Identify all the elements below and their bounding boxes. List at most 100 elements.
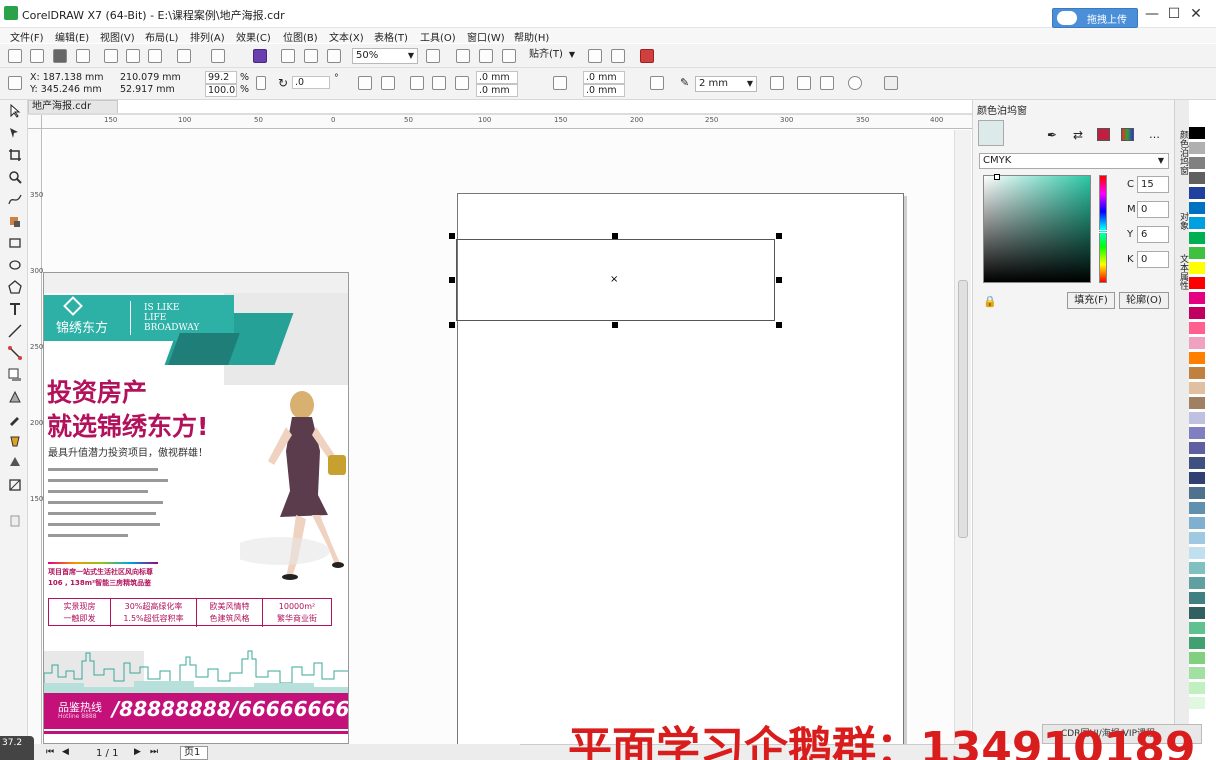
- menu-arrange[interactable]: 排列(A): [190, 29, 225, 44]
- side-tab-color[interactable]: 颜色泊坞窗: [1176, 130, 1189, 175]
- hue-slider[interactable]: [1098, 175, 1108, 283]
- page-nav-next-icon[interactable]: ▶: [134, 747, 141, 757]
- zoom-tool-icon[interactable]: [8, 170, 22, 184]
- paste-icon[interactable]: [148, 49, 162, 63]
- mirror-horizontal-icon[interactable]: [358, 76, 372, 90]
- palette-swatch[interactable]: [1189, 487, 1205, 500]
- palette-swatch[interactable]: [1189, 442, 1205, 455]
- palette-swatch[interactable]: [1189, 577, 1205, 590]
- redo-icon[interactable]: [211, 49, 225, 63]
- cmyk-m-input[interactable]: 0: [1137, 201, 1169, 218]
- color-eyedropper-icon[interactable]: [8, 412, 22, 426]
- page-nav-last-icon[interactable]: ⏭: [150, 747, 158, 757]
- color-picker-field[interactable]: [983, 174, 1091, 283]
- application-launcher-icon[interactable]: [611, 49, 625, 63]
- palette-swatch[interactable]: [1189, 187, 1205, 200]
- hue-slider-marker[interactable]: [1098, 230, 1108, 233]
- smart-fill-icon[interactable]: [8, 456, 22, 470]
- drop-shadow-tool-icon[interactable]: [8, 368, 22, 382]
- copy-icon[interactable]: [126, 49, 140, 63]
- color-viewer-icon[interactable]: [1097, 128, 1110, 141]
- palette-swatch[interactable]: [1189, 112, 1205, 125]
- menu-edit[interactable]: 编辑(E): [55, 29, 89, 44]
- vertical-ruler[interactable]: 350 300 250 200 150: [28, 129, 43, 744]
- palette-swatch[interactable]: [1189, 457, 1205, 470]
- palette-swatch[interactable]: [1189, 247, 1205, 260]
- add-tool-icon[interactable]: [8, 514, 22, 528]
- color-styles-icon[interactable]: [640, 49, 654, 63]
- close-button[interactable]: ✕: [1188, 6, 1204, 22]
- vertical-scrollbar[interactable]: [954, 130, 971, 744]
- menu-bitmaps[interactable]: 位图(B): [283, 29, 318, 44]
- palette-swatch[interactable]: [1189, 427, 1205, 440]
- menu-view[interactable]: 视图(V): [100, 29, 135, 44]
- round-corner-icon[interactable]: [410, 76, 424, 90]
- show-grid-icon[interactable]: [479, 49, 493, 63]
- palette-swatch[interactable]: [1189, 217, 1205, 230]
- palette-swatch[interactable]: [1189, 232, 1205, 245]
- snap-to-dropdown[interactable]: 贴齐(T) ▼: [526, 48, 578, 64]
- scale-height-field[interactable]: 100.0: [205, 84, 237, 97]
- lock-corners-icon[interactable]: [553, 76, 567, 90]
- selection-handle[interactable]: [449, 277, 455, 283]
- menu-window[interactable]: 窗口(W): [467, 29, 505, 44]
- text-tool-icon[interactable]: [8, 302, 22, 316]
- cmyk-c-input[interactable]: 15: [1137, 176, 1169, 193]
- palette-swatch[interactable]: [1189, 157, 1205, 170]
- connector-tool-icon[interactable]: [8, 346, 22, 360]
- palette-swatch[interactable]: [1189, 502, 1205, 515]
- outline-button[interactable]: 轮廓(O): [1119, 292, 1169, 309]
- corner-radius-field-2[interactable]: .0 mm: [476, 84, 518, 97]
- pick-tool-icon[interactable]: [8, 103, 22, 118]
- menu-table[interactable]: 表格(T): [374, 29, 408, 44]
- cut-icon[interactable]: [104, 49, 118, 63]
- document-tab[interactable]: 地产海报.cdr: [28, 100, 118, 114]
- selection-handle[interactable]: [612, 322, 618, 328]
- ruler-origin[interactable]: [28, 115, 42, 129]
- convert-to-curves-icon[interactable]: [848, 76, 862, 90]
- parallel-dimension-tool-icon[interactable]: [8, 324, 22, 338]
- palette-swatch[interactable]: [1189, 532, 1205, 545]
- palette-swatch[interactable]: [1189, 292, 1205, 305]
- palette-swatch[interactable]: [1189, 562, 1205, 575]
- interactive-fill-icon[interactable]: [8, 434, 22, 448]
- open-icon[interactable]: [30, 49, 44, 63]
- selection-handle[interactable]: [612, 233, 618, 239]
- to-front-icon[interactable]: [797, 76, 811, 90]
- color-palettes-icon[interactable]: [1121, 128, 1134, 141]
- palette-swatch[interactable]: [1189, 142, 1205, 155]
- page-nav-first-icon[interactable]: ⏮: [46, 747, 54, 757]
- page-nav-prev-icon[interactable]: ◀: [62, 747, 69, 757]
- palette-swatch[interactable]: [1189, 172, 1205, 185]
- scale-width-field[interactable]: 99.2: [205, 71, 237, 84]
- palette-swatch[interactable]: [1189, 517, 1205, 530]
- cmyk-k-input[interactable]: 0: [1137, 251, 1169, 268]
- undo-icon[interactable]: [177, 49, 191, 63]
- more-options-icon[interactable]: …: [1149, 128, 1160, 141]
- palette-swatch[interactable]: [1189, 592, 1205, 605]
- palette-swatch[interactable]: [1189, 472, 1205, 485]
- menu-help[interactable]: 帮助(H): [514, 29, 549, 44]
- palette-swatch[interactable]: [1189, 637, 1205, 650]
- search-content-icon[interactable]: [253, 49, 267, 63]
- outline-width-select[interactable]: 2 mm ▼: [695, 76, 757, 92]
- horizontal-ruler[interactable]: 150 100 50 0 50 100 150 200 250 300 350 …: [42, 115, 972, 129]
- lock-icon[interactable]: 🔒: [983, 295, 997, 308]
- vertical-scroll-thumb[interactable]: [958, 280, 968, 538]
- palette-swatch[interactable]: [1189, 277, 1205, 290]
- color-picker-marker[interactable]: [994, 174, 1000, 180]
- palette-swatch[interactable]: [1189, 352, 1205, 365]
- show-guidelines-icon[interactable]: [502, 49, 516, 63]
- cmyk-y-input[interactable]: 6: [1137, 226, 1169, 243]
- new-document-icon[interactable]: [8, 49, 22, 63]
- palette-swatch[interactable]: [1189, 682, 1205, 695]
- object-origin-icon[interactable]: [8, 76, 22, 90]
- fill-button[interactable]: 填充(F): [1067, 292, 1115, 309]
- corner-radius-field-3[interactable]: .0 mm: [583, 71, 625, 84]
- palette-swatch[interactable]: [1189, 607, 1205, 620]
- height-field[interactable]: 52.917 mm: [120, 84, 175, 96]
- eyedropper-icon[interactable]: ✒: [1047, 128, 1057, 142]
- zoom-level-select[interactable]: 50% ▼: [352, 48, 418, 64]
- menu-layout[interactable]: 布局(L): [145, 29, 178, 44]
- palette-swatch[interactable]: [1189, 337, 1205, 350]
